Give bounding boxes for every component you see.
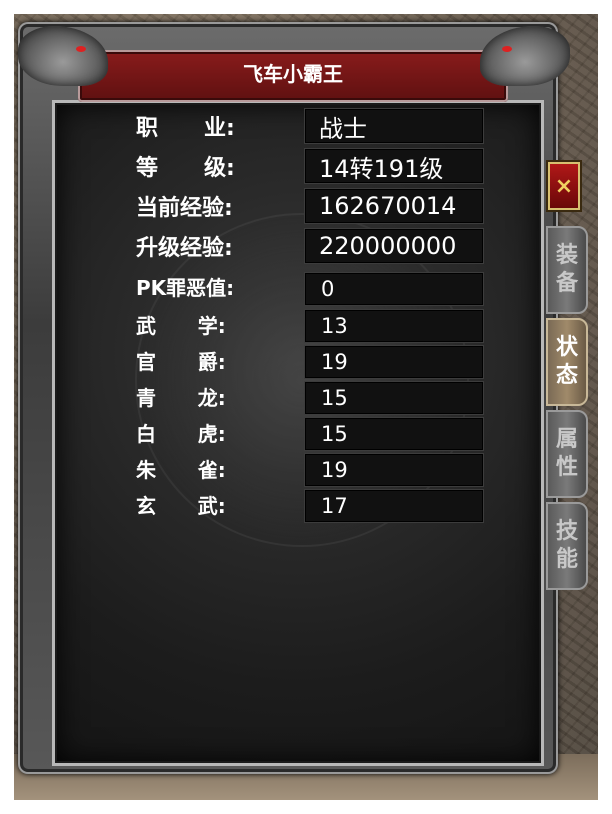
tab-status[interactable]: 状 态 <box>546 318 588 406</box>
player-name-title: 飞车小霸王 <box>243 62 343 86</box>
tab-attributes-char-1: 属 <box>555 427 578 452</box>
stat-label-martial: 武 学: <box>136 314 226 338</box>
stat-label-vermilion-bird: 朱 雀: <box>136 458 226 482</box>
stat-label-white-tiger: 白 虎: <box>136 422 226 446</box>
stat-value-current-exp-box: 162670014 <box>304 188 484 224</box>
dragon-eye <box>502 46 512 52</box>
stat-label-black-tortoise: 玄 武: <box>136 494 226 518</box>
stat-value-martial: 13 <box>321 314 348 338</box>
stat-value-black-tortoise: 17 <box>321 494 348 518</box>
stat-value-levelup-exp: 220000000 <box>319 232 457 260</box>
stat-label-rank: 官 爵: <box>136 350 226 374</box>
stat-value-martial-box: 13 <box>304 309 484 343</box>
dragon-eye <box>76 46 86 52</box>
tab-equipment-char-1: 装 <box>555 243 578 268</box>
close-button[interactable]: × <box>548 162 580 210</box>
stat-value-white-tiger: 15 <box>321 422 348 446</box>
tab-equipment[interactable]: 装 备 <box>546 226 588 314</box>
stat-value-pk-box: 0 <box>304 272 484 306</box>
stat-label-current-exp: 当前经验: <box>136 196 233 221</box>
character-status-panel: 飞车小霸王 职 业: 战士 等 级: 14转191级 当前经验: 1626700… <box>18 22 588 774</box>
dragon-head-ornament-left <box>18 26 108 86</box>
game-screen: 飞车小霸王 职 业: 战士 等 级: 14转191级 当前经验: 1626700… <box>14 14 598 800</box>
stat-value-class-box: 战士 <box>304 108 484 144</box>
tab-attributes[interactable]: 属 性 <box>546 410 588 498</box>
stat-value-level: 14转191级 <box>319 154 444 183</box>
stat-value-rank: 19 <box>321 350 348 374</box>
stat-label-azure-dragon: 青 龙: <box>136 386 226 410</box>
tab-status-char-2: 态 <box>555 363 578 388</box>
stat-value-class: 战士 <box>319 114 367 143</box>
stat-value-level-box: 14转191级 <box>304 148 484 184</box>
stat-label-pk: PK罪恶值: <box>136 276 235 300</box>
stat-value-azure-dragon: 15 <box>321 386 348 410</box>
stat-label-class: 职 业: <box>136 116 235 141</box>
tab-skills-char-2: 能 <box>555 547 578 572</box>
stat-value-black-tortoise-box: 17 <box>304 489 484 523</box>
tab-attributes-char-2: 性 <box>555 455 578 480</box>
stat-value-azure-dragon-box: 15 <box>304 381 484 415</box>
tab-skills-char-1: 技 <box>555 519 578 544</box>
dragon-head-ornament-right <box>480 26 570 86</box>
tab-status-char-1: 状 <box>555 335 578 360</box>
tab-equipment-char-2: 备 <box>555 271 578 296</box>
stat-value-current-exp: 162670014 <box>319 192 457 220</box>
stat-value-vermilion-bird: 19 <box>321 458 348 482</box>
stat-value-levelup-exp-box: 220000000 <box>304 228 484 264</box>
stat-value-rank-box: 19 <box>304 345 484 379</box>
tab-skills[interactable]: 技 能 <box>546 502 588 590</box>
stat-value-pk: 0 <box>321 277 335 301</box>
stat-value-vermilion-bird-box: 19 <box>304 453 484 487</box>
stat-label-levelup-exp: 升级经验: <box>136 236 233 261</box>
stat-value-white-tiger-box: 15 <box>304 417 484 451</box>
stat-label-level: 等 级: <box>136 156 235 181</box>
close-icon: × <box>554 173 574 199</box>
